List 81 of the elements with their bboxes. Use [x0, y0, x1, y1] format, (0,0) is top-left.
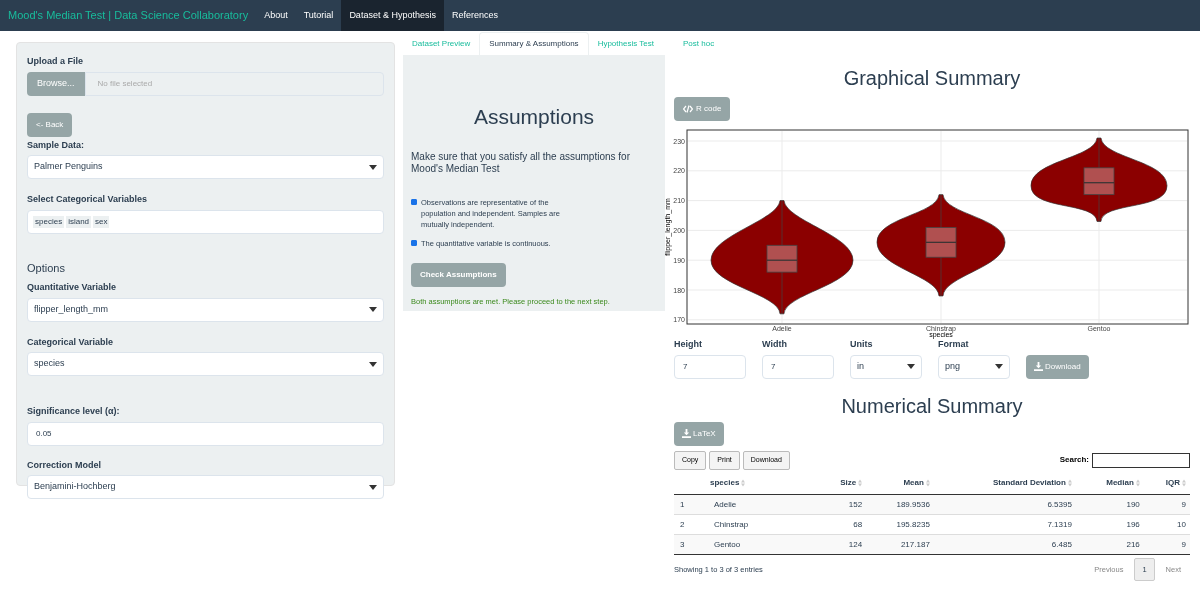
selected-tag: species: [33, 215, 65, 228]
table-cell: 6.485: [933, 534, 1076, 555]
selected-tag: island: [66, 215, 92, 228]
sample-data-select[interactable]: Palmer Penguins: [27, 155, 384, 179]
caret-icon: [369, 164, 377, 170]
field-label: Height: [674, 338, 703, 351]
checkbox[interactable]: [411, 198, 417, 205]
table-cell: 152: [817, 494, 867, 515]
nav-tab[interactable]: Dataset & Hypothesis: [341, 0, 444, 31]
assumptions-intro: Make sure that you satisfy all the assumptions for Mood's Median Test: [411, 150, 631, 175]
significance-field[interactable]: 0.05: [27, 421, 384, 446]
field-label: Categorical Variable: [27, 335, 115, 349]
field-label: Significance level (α):: [27, 405, 121, 418]
correction-select[interactable]: Benjamini-Hochberg: [27, 475, 384, 499]
field-label: Select Categorical Variables: [27, 193, 149, 206]
field-label: Format: [938, 339, 970, 351]
table-cell: 6.5395: [933, 494, 1076, 515]
download-icon: [682, 429, 691, 438]
multi-select-field[interactable]: species island sex: [27, 209, 384, 234]
sub-tab[interactable]: Summary & Assumptions: [479, 32, 589, 55]
numerical-summary-title: Numerical Summary: [840, 393, 1024, 418]
field-label: Sample Data:: [27, 138, 86, 152]
table-cell: 196: [1075, 514, 1144, 535]
column-header[interactable]: Size: [817, 472, 867, 495]
column-header[interactable]: Median: [1075, 472, 1144, 495]
column-header[interactable]: Standard Deviation: [933, 472, 1076, 495]
quantitative-select[interactable]: flipper_length_mm: [27, 297, 384, 322]
options-heading: Options: [27, 260, 66, 276]
table-cell: 1: [674, 494, 694, 515]
nav-tab[interactable]: References: [443, 0, 506, 31]
column-header[interactable]: Mean: [866, 472, 934, 495]
table-cell: 2: [674, 514, 694, 535]
table-cell: 217.187: [866, 534, 934, 555]
table-cell: 195.8235: [866, 514, 934, 535]
table-cell: 216: [1075, 534, 1144, 555]
brand-title[interactable]: Mood's Median Test | Data Science Collaboratory: [0, 0, 257, 31]
field-label: Width: [762, 338, 788, 351]
column-header[interactable]: species: [694, 472, 818, 495]
caret-icon: [369, 484, 377, 490]
categorical-select[interactable]: species: [27, 352, 384, 376]
table-cell: 190: [1075, 494, 1144, 515]
number-field[interactable]: 7: [762, 354, 834, 379]
caret-icon: [369, 307, 377, 312]
caret-icon: [369, 361, 377, 367]
table-cell: 3: [674, 534, 694, 555]
table-cell: Gentoo: [694, 534, 818, 555]
field-label: Upload a File: [27, 55, 84, 68]
table-cell: 68: [817, 514, 867, 535]
graphical-summary-title: Graphical Summary: [842, 66, 1022, 90]
table-cell: Chinstrap: [694, 514, 818, 535]
nav-tab[interactable]: Tutorial: [295, 0, 342, 31]
table-cell: 124: [817, 534, 867, 555]
table-cell: 9: [1143, 534, 1190, 555]
table-cell: 10: [1143, 514, 1190, 535]
nav-tab[interactable]: About: [256, 0, 296, 31]
number-field[interactable]: 7: [674, 354, 746, 379]
select-field[interactable]: png: [938, 354, 1010, 379]
field-label: Units: [850, 338, 874, 351]
sort-icon: [925, 479, 930, 488]
field-label: Correction Model: [27, 458, 102, 472]
sort-icon: [858, 479, 863, 488]
caret-icon: [907, 364, 915, 369]
assumptions-title: Assumptions: [472, 104, 596, 130]
table-cell: 189.9536: [866, 494, 934, 515]
search-field[interactable]: [1092, 452, 1190, 468]
table-cell: 9: [1143, 494, 1190, 515]
column-header[interactable]: IQR: [1143, 472, 1190, 495]
sort-icon: [741, 479, 746, 488]
table-cell: Adelie: [694, 494, 818, 515]
select-field[interactable]: in: [850, 354, 922, 379]
code-icon: [683, 105, 693, 113]
search-label: Search:: [1059, 454, 1089, 466]
caret-icon: [995, 364, 1003, 369]
table-cell: 7.1319: [933, 514, 1076, 535]
sort-icon: [1067, 479, 1072, 488]
selected-tag: sex: [93, 215, 110, 228]
checkbox[interactable]: [411, 239, 417, 246]
download-icon: [1034, 362, 1043, 371]
field-label: Quantitative Variable: [27, 281, 118, 294]
sort-icon: [1182, 479, 1186, 488]
sort-icon: [1135, 479, 1140, 488]
